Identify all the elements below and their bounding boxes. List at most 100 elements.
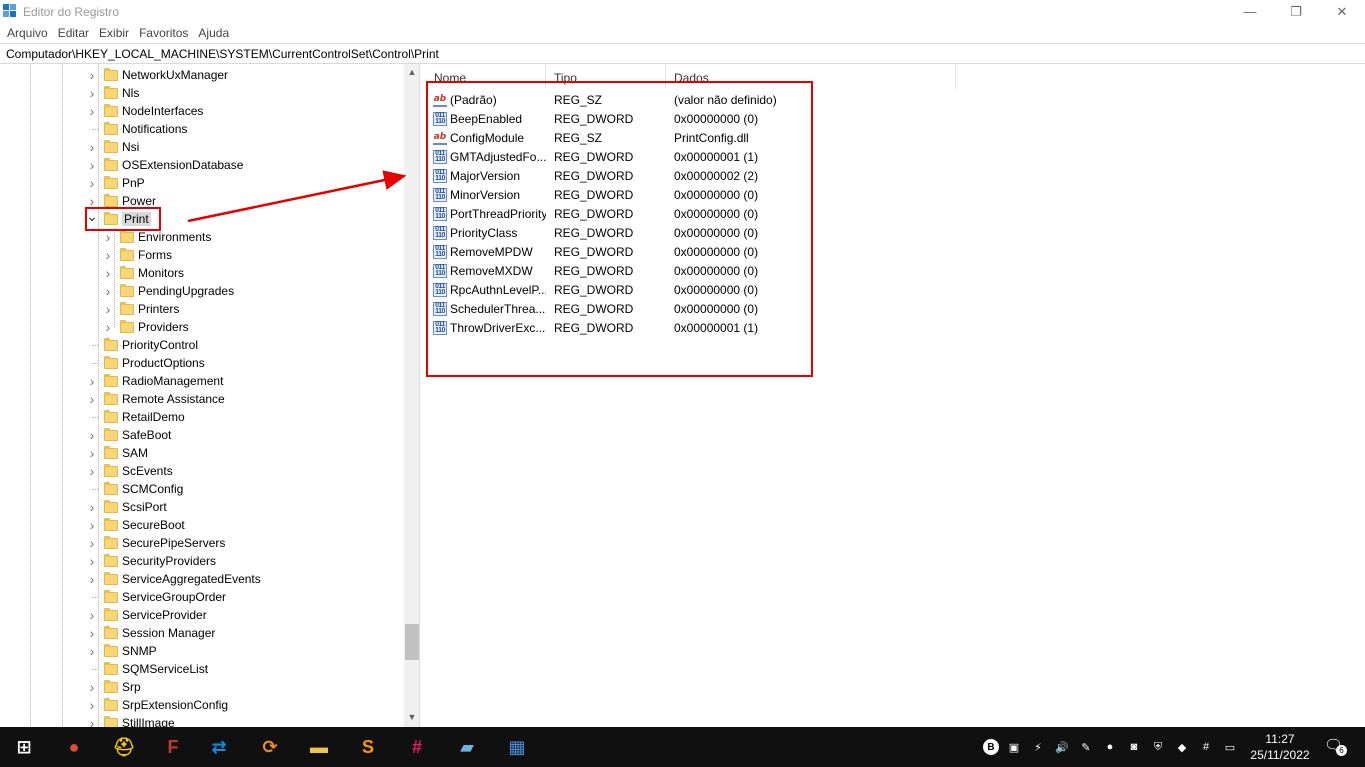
expand-chevron-icon[interactable]: › [86, 372, 98, 390]
tree-item[interactable]: › ScsiPort [86, 498, 167, 516]
expand-chevron-icon[interactable]: › [86, 174, 98, 192]
expand-chevron-icon[interactable]: › [86, 498, 98, 516]
scroll-up-icon[interactable]: ▲ [404, 64, 419, 80]
network-device-tray-icon[interactable]: ▣ [1006, 739, 1022, 755]
expand-chevron-icon[interactable]: › [86, 102, 98, 120]
power-tray-icon[interactable]: ⚡ [1030, 739, 1046, 755]
expand-chevron-icon[interactable]: › [86, 66, 98, 84]
expand-chevron-icon[interactable]: › [102, 318, 114, 336]
start-icon[interactable]: ⊞ [12, 735, 36, 759]
tree-item[interactable]: › Remote Assistance [86, 390, 225, 408]
expand-chevron-icon[interactable]: › [86, 714, 98, 727]
expand-chevron-icon[interactable]: › [86, 156, 98, 174]
tree-item[interactable]: › SecureBoot [86, 516, 185, 534]
maximize-button[interactable]: ❐ [1273, 0, 1319, 23]
close-button[interactable]: ✕ [1319, 0, 1365, 23]
display-tray-icon[interactable]: ▭ [1222, 739, 1238, 755]
tree-item[interactable]: SQMServiceList [86, 660, 208, 678]
tree-item[interactable]: RetailDemo [86, 408, 185, 426]
menu-favoritos[interactable]: Favoritos [134, 26, 193, 40]
shield-tray-icon[interactable]: ⛨ [1150, 739, 1166, 755]
notification-center-icon[interactable]: 🗨 6 [1324, 736, 1347, 758]
expand-chevron-icon[interactable]: › [86, 426, 98, 444]
tree-item[interactable]: Notifications [86, 120, 187, 138]
tree-item[interactable]: › ServiceProvider [86, 606, 207, 624]
tree-item[interactable]: › StillImage [86, 714, 175, 727]
tree-vertical-scrollbar[interactable]: ▲ ▼ [404, 64, 419, 727]
notepad-app-icon[interactable]: ▰ [455, 735, 479, 759]
anydesk-tray-icon[interactable]: ◆ [1174, 739, 1190, 755]
orange-app-tray-icon[interactable]: ● [1102, 739, 1118, 755]
file-explorer-icon[interactable]: ▬ [307, 735, 331, 759]
tree-item[interactable]: ProductOptions [86, 354, 205, 372]
regedit-icon[interactable]: ▦ [505, 735, 529, 759]
tree-item[interactable]: › Srp [86, 678, 141, 696]
tree-item[interactable]: › SecurityProviders [86, 552, 216, 570]
chrome-icon[interactable]: ● [62, 735, 86, 759]
tree-item[interactable]: › OSExtensionDatabase [86, 156, 244, 174]
tree-item[interactable]: › Providers [102, 318, 189, 336]
expand-chevron-icon[interactable]: › [86, 606, 98, 624]
tree-item[interactable]: › Printers [102, 300, 180, 318]
expand-chevron-icon[interactable]: › [86, 390, 98, 408]
b-tray-icon[interactable]: B [983, 739, 999, 755]
tree-item[interactable]: › SAM [86, 444, 148, 462]
tree-item[interactable]: › PnP [86, 174, 145, 192]
expand-chevron-icon[interactable]: › [86, 534, 98, 552]
expand-chevron-icon[interactable]: › [86, 552, 98, 570]
title-bar[interactable]: Editor do Registro — ❐ ✕ [0, 0, 1365, 23]
tree-item[interactable]: PriorityControl [86, 336, 198, 354]
tree-item[interactable]: › PendingUpgrades [102, 282, 234, 300]
tree-item[interactable]: › ServiceAggregatedEvents [86, 570, 261, 588]
expand-chevron-icon[interactable]: › [86, 516, 98, 534]
sync-icon[interactable]: ⟳ [258, 735, 282, 759]
monitor-tray-icon[interactable]: ◙ [1126, 739, 1142, 755]
tree-item[interactable]: › Nsi [86, 138, 140, 156]
volume-tray-icon[interactable]: 🔊 [1054, 739, 1070, 755]
tree-item[interactable]: SCMConfig [86, 480, 183, 498]
menu-ajuda[interactable]: Ajuda [193, 26, 234, 40]
tree-item[interactable]: › SafeBoot [86, 426, 172, 444]
tree-item[interactable]: › NetworkUxManager [86, 66, 228, 84]
tree-item[interactable]: › Forms [102, 246, 172, 264]
tree-item[interactable]: › Monitors [102, 264, 184, 282]
teamviewer-icon[interactable]: ⇄ [207, 735, 231, 759]
menu-editar[interactable]: Editar [53, 26, 94, 40]
slack-tray-icon[interactable]: # [1198, 739, 1214, 755]
address-bar[interactable]: Computador\HKEY_LOCAL_MACHINE\SYSTEM\Cur… [0, 43, 1365, 64]
expand-chevron-icon[interactable]: › [86, 84, 98, 102]
tree-item[interactable]: › ScEvents [86, 462, 173, 480]
expand-chevron-icon[interactable]: › [102, 282, 114, 300]
registry-tree[interactable]: ▲ ▼ › NetworkUxManager › Nls › NodeInterfaces… [0, 64, 420, 727]
taskbar-clock[interactable]: 11:27 25/11/2022 [1242, 731, 1318, 763]
tree-item[interactable]: › Session Manager [86, 624, 216, 642]
scroll-down-icon[interactable]: ▼ [404, 709, 419, 725]
tree-item[interactable]: ServiceGroupOrder [86, 588, 226, 606]
helmet-app-icon[interactable]: ⛑ [112, 735, 136, 759]
flamerobin-icon[interactable]: F [161, 735, 185, 759]
expand-chevron-icon[interactable]: › [86, 138, 98, 156]
sublime-text-icon[interactable]: S [356, 735, 380, 759]
expand-chevron-icon[interactable]: › [86, 696, 98, 714]
expand-chevron-icon[interactable]: › [102, 300, 114, 318]
tree-item[interactable]: › SNMP [86, 642, 157, 660]
minimize-button[interactable]: — [1227, 0, 1273, 23]
expand-chevron-icon[interactable]: › [86, 624, 98, 642]
pen-tray-icon[interactable]: ✎ [1078, 739, 1094, 755]
expand-chevron-icon[interactable]: › [102, 264, 114, 282]
menu-arquivo[interactable]: Arquivo [2, 26, 53, 40]
tree-item[interactable]: › RadioManagement [86, 372, 224, 390]
expand-chevron-icon[interactable]: › [86, 444, 98, 462]
expand-chevron-icon[interactable]: › [86, 678, 98, 696]
expand-chevron-icon[interactable]: › [86, 462, 98, 480]
expand-chevron-icon[interactable]: › [86, 642, 98, 660]
tree-item[interactable]: › SecurePipeServers [86, 534, 226, 552]
tree-item[interactable]: › SrpExtensionConfig [86, 696, 228, 714]
expand-chevron-icon[interactable]: › [102, 246, 114, 264]
menu-exibir[interactable]: Exibir [94, 26, 134, 40]
tree-item[interactable]: › Nls [86, 84, 140, 102]
scroll-thumb[interactable] [405, 624, 419, 660]
expand-chevron-icon[interactable]: › [86, 570, 98, 588]
tree-item[interactable]: › NodeInterfaces [86, 102, 204, 120]
slack-icon[interactable]: # [405, 735, 429, 759]
